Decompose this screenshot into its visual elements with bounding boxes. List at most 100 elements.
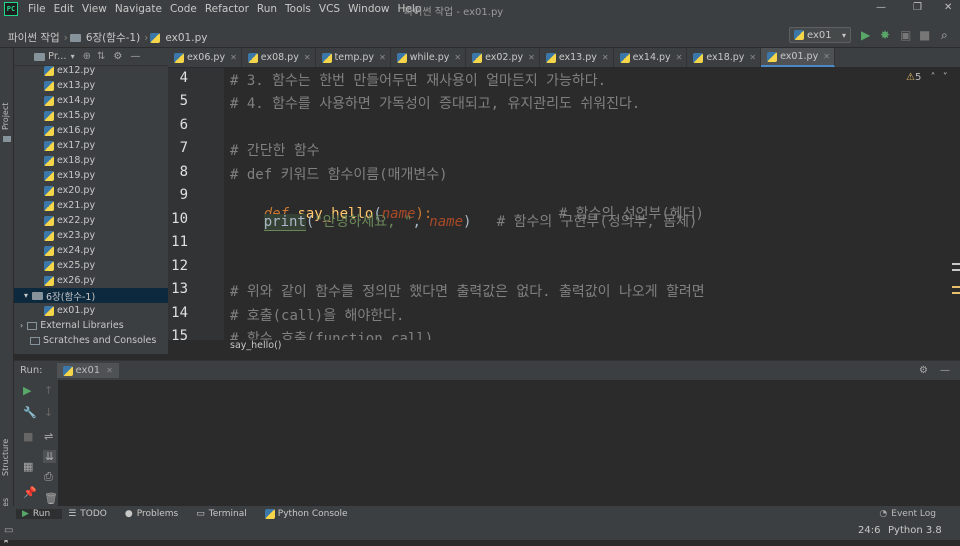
close-tab-icon[interactable]: ✕ bbox=[454, 53, 461, 62]
tree-file[interactable]: ex20.py bbox=[14, 183, 168, 198]
tree-folder[interactable]: ▾ 6장(함수-1) bbox=[14, 288, 168, 303]
close-tab-icon[interactable]: ✕ bbox=[106, 366, 113, 375]
tool-tab-problems[interactable]: ● Problems bbox=[119, 509, 190, 519]
tree-file[interactable]: ex15.py bbox=[14, 108, 168, 123]
menu-code[interactable]: Code bbox=[166, 3, 201, 15]
soft-wrap-icon[interactable]: ⇌ bbox=[44, 430, 53, 443]
close-tab-icon[interactable]: ✕ bbox=[749, 53, 756, 62]
tree-file[interactable]: ex26.py bbox=[14, 273, 168, 288]
breadcrumb-file[interactable]: ex01.py bbox=[163, 32, 209, 44]
chevron-down-icon[interactable]: ˅ bbox=[943, 72, 948, 83]
code-breadcrumb[interactable]: say_hello() bbox=[224, 340, 960, 354]
tree-file[interactable]: ex23.py bbox=[14, 228, 168, 243]
menu-window[interactable]: Window bbox=[344, 3, 393, 15]
close-tab-icon[interactable]: ✕ bbox=[304, 53, 311, 62]
inspection-widget[interactable]: ⚠5 ˄ ˅ bbox=[906, 72, 948, 83]
tree-file[interactable]: ex21.py bbox=[14, 198, 168, 213]
tree-file[interactable]: ex18.py bbox=[14, 153, 168, 168]
tab-ex13[interactable]: ex13.py ✕ bbox=[540, 48, 614, 67]
rerun-icon[interactable]: ▶ bbox=[23, 384, 31, 397]
tab-ex02[interactable]: ex02.py ✕ bbox=[466, 48, 540, 67]
locate-icon[interactable]: ⊕ bbox=[83, 51, 91, 62]
tool-tab-todo[interactable]: ☰ TODO bbox=[62, 509, 119, 519]
tool-tab-run[interactable]: ▶ Run bbox=[16, 509, 63, 519]
hide-panel-icon[interactable]: — bbox=[940, 365, 950, 376]
close-tab-icon[interactable]: ✕ bbox=[379, 53, 386, 62]
coverage-icon[interactable]: ▣ bbox=[900, 28, 911, 42]
tree-file[interactable]: ex17.py bbox=[14, 138, 168, 153]
code-editor[interactable]: # 3. 함수는 한번 만들어두면 재사용이 얼마든지 가능하다. # 4. 함… bbox=[224, 68, 960, 340]
chevron-up-icon[interactable]: ˄ bbox=[931, 72, 936, 83]
close-tab-icon[interactable]: ✕ bbox=[528, 53, 535, 62]
project-view-label[interactable]: Pr... bbox=[48, 51, 67, 62]
caret-position[interactable]: 24:6 bbox=[858, 525, 880, 536]
event-log-button[interactable]: ◔ Event Log bbox=[879, 509, 936, 519]
tree-file[interactable]: ex24.py bbox=[14, 243, 168, 258]
close-tab-icon[interactable]: ✕ bbox=[230, 53, 237, 62]
tree-file[interactable]: ex01.py bbox=[14, 303, 168, 318]
menu-edit[interactable]: Edit bbox=[50, 3, 78, 15]
layout-icon[interactable]: ▭ bbox=[4, 525, 13, 536]
tree-file[interactable]: ex12.py bbox=[14, 63, 168, 78]
tree-file[interactable]: ex22.py bbox=[14, 213, 168, 228]
tool-tab-terminal[interactable]: ▭ Terminal bbox=[190, 509, 259, 519]
breadcrumb-folder[interactable]: 6장(함수-1) bbox=[84, 30, 142, 45]
menu-view[interactable]: View bbox=[78, 3, 111, 15]
minimize-icon[interactable]: — bbox=[876, 2, 886, 13]
run-tab-ex01[interactable]: ex01 ✕ bbox=[56, 363, 119, 378]
tree-file[interactable]: ex16.py bbox=[14, 123, 168, 138]
collapse-all-icon[interactable]: ⇅ bbox=[97, 51, 105, 62]
stop-icon[interactable]: ■ bbox=[919, 28, 930, 42]
structure-tool-button[interactable]: Structure bbox=[1, 439, 10, 476]
close-window-icon[interactable]: ✕ bbox=[944, 2, 952, 13]
menu-navigate[interactable]: Navigate bbox=[111, 3, 166, 15]
menu-run[interactable]: Run bbox=[253, 3, 281, 15]
stop-icon[interactable]: ■ bbox=[23, 430, 33, 443]
tree-file[interactable]: ex13.py bbox=[14, 78, 168, 93]
chevron-down-icon[interactable]: ▾ bbox=[71, 52, 75, 61]
tab-ex06[interactable]: ex06.py ✕ bbox=[168, 48, 242, 67]
gear-icon[interactable]: ⚙ bbox=[113, 51, 122, 62]
run-icon[interactable]: ▶ bbox=[861, 28, 870, 42]
debug-icon[interactable]: ✸ bbox=[880, 28, 890, 42]
breadcrumb-function[interactable]: say_hello() bbox=[230, 340, 282, 351]
tree-scratches[interactable]: Scratches and Consoles bbox=[14, 333, 168, 348]
tree-file[interactable]: ex25.py bbox=[14, 258, 168, 273]
project-tool-button[interactable]: Project bbox=[1, 103, 10, 130]
tab-temp[interactable]: temp.py ✕ bbox=[316, 48, 391, 67]
chevron-right-icon[interactable]: › bbox=[20, 321, 23, 330]
search-icon[interactable]: ⌕ bbox=[941, 28, 948, 43]
tab-ex08[interactable]: ex08.py ✕ bbox=[242, 48, 316, 67]
trash-icon[interactable]: 🗑 bbox=[44, 492, 58, 505]
tree-external-libraries[interactable]: › External Libraries bbox=[14, 318, 168, 333]
close-tab-icon[interactable]: ✕ bbox=[602, 53, 609, 62]
menu-file[interactable]: File bbox=[24, 3, 50, 15]
tree-file[interactable]: ex14.py bbox=[14, 93, 168, 108]
arrow-up-icon[interactable]: ↑ bbox=[44, 384, 53, 397]
menu-refactor[interactable]: Refactor bbox=[201, 3, 253, 15]
menu-vcs[interactable]: VCS bbox=[315, 3, 344, 15]
restore-icon[interactable]: ❐ bbox=[913, 2, 922, 13]
run-output[interactable] bbox=[14, 380, 960, 506]
wrench-icon[interactable]: 🔧 bbox=[23, 406, 37, 419]
pin-icon[interactable]: 📌 bbox=[23, 486, 37, 499]
tree-file[interactable]: ex19.py bbox=[14, 168, 168, 183]
python-interpreter[interactable]: Python 3.8 bbox=[888, 525, 942, 536]
hide-panel-icon[interactable]: — bbox=[130, 51, 140, 62]
print-icon[interactable]: ⎙ bbox=[44, 470, 53, 484]
tab-ex18[interactable]: ex18.py ✕ bbox=[687, 48, 762, 67]
close-tab-icon[interactable]: ✕ bbox=[676, 53, 683, 62]
close-tab-icon[interactable]: ✕ bbox=[823, 52, 830, 61]
tool-tab-python-console[interactable]: Python Console bbox=[259, 509, 360, 519]
scroll-to-end-icon[interactable]: ⇊ bbox=[43, 450, 57, 463]
arrow-down-icon[interactable]: ↓ bbox=[44, 406, 53, 419]
tab-ex01[interactable]: ex01.py ✕ bbox=[761, 48, 835, 67]
menu-tools[interactable]: Tools bbox=[281, 3, 315, 15]
layout-icon[interactable]: ▦ bbox=[23, 460, 33, 473]
breadcrumb-project[interactable]: 파이썬 작업 bbox=[6, 30, 62, 45]
tab-ex14[interactable]: ex14.py ✕ bbox=[614, 48, 688, 67]
gear-icon[interactable]: ⚙ bbox=[919, 365, 928, 376]
chevron-down-icon[interactable]: ▾ bbox=[24, 291, 28, 300]
run-config-select[interactable]: ex01 ▾ bbox=[789, 27, 851, 43]
tab-while[interactable]: while.py ✕ bbox=[391, 48, 467, 67]
